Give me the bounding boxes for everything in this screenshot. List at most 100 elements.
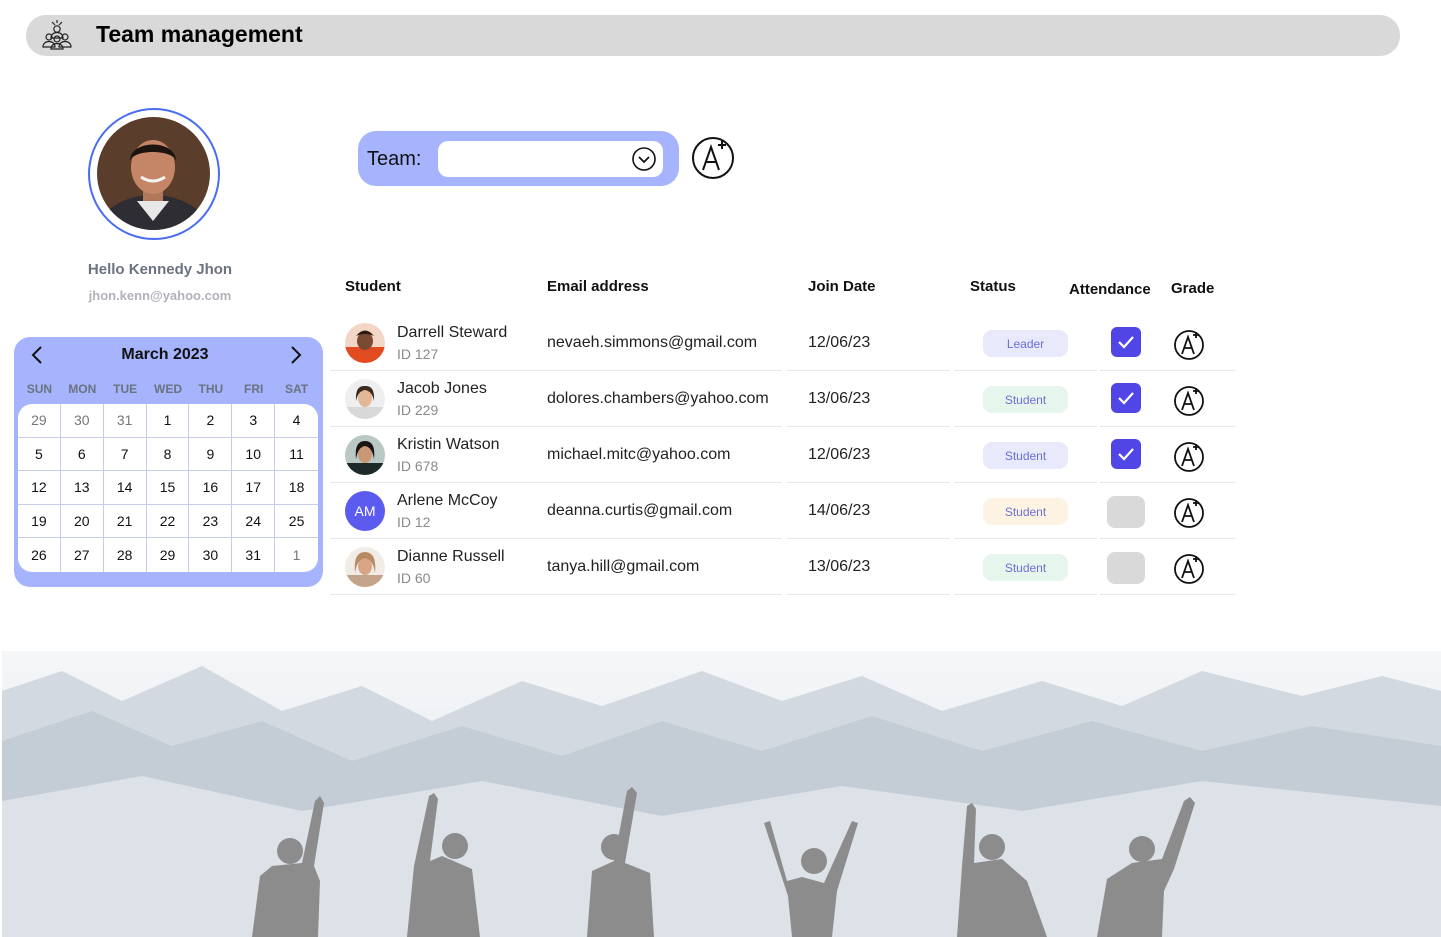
calendar-day[interactable]: 10 (232, 437, 276, 472)
column-header-status: Status (970, 278, 1016, 295)
student-avatar (345, 435, 385, 475)
attendance-checkbox[interactable] (1111, 439, 1141, 469)
student-email: nevaeh.simmons@gmail.com (547, 334, 758, 351)
status-badge: Student (983, 442, 1068, 469)
student-avatar (345, 323, 385, 363)
calendar-day[interactable]: 15 (146, 471, 190, 505)
calendar-day[interactable]: 30 (189, 538, 233, 572)
join-date: 12/06/23 (808, 334, 871, 351)
grade-icon[interactable] (1173, 327, 1206, 361)
user-avatar[interactable] (97, 117, 210, 230)
calendar-day[interactable]: 29 (147, 538, 190, 572)
calendar-day[interactable]: 8 (146, 437, 190, 472)
status-badge: Student (983, 554, 1068, 581)
student-id: ID 229 (397, 402, 439, 418)
calendar-day[interactable]: 11 (275, 438, 318, 472)
calendar-day[interactable]: 22 (146, 504, 190, 539)
row-divider (330, 594, 782, 595)
student-id: ID 678 (397, 458, 439, 474)
team-filter: Team: (358, 131, 679, 186)
calendar-day[interactable]: 26 (18, 538, 61, 572)
weekday-label: THU (198, 382, 224, 396)
status-badge: Student (983, 498, 1068, 525)
grade-icon[interactable] (1173, 383, 1206, 417)
table-row[interactable]: Kristin Watson ID 678 michael.mitc@yahoo.c… (330, 427, 1235, 483)
calendar-day[interactable]: 27 (61, 538, 104, 572)
student-id: ID 127 (397, 346, 439, 362)
student-name: Darrell Steward (397, 324, 508, 341)
weekday-label: TUE (113, 382, 138, 396)
column-header-grade: Grade (1171, 280, 1215, 297)
calendar-day[interactable]: 16 (189, 471, 233, 505)
attendance-checkbox[interactable] (1111, 327, 1141, 357)
grade-icon[interactable] (1173, 439, 1206, 473)
table-row[interactable]: Dianne Russell ID 60 tanya.hill@gmail.com 1… (330, 539, 1235, 595)
calendar-month-title: March 2023 (121, 346, 209, 363)
calendar-day[interactable]: 3 (232, 404, 276, 438)
calendar-day[interactable]: 19 (18, 504, 61, 539)
calendar-day[interactable]: 6 (60, 437, 104, 472)
calendar-day[interactable]: 29 (18, 404, 61, 438)
calendar-day[interactable]: 24 (232, 504, 276, 539)
calendar-day[interactable]: 14 (103, 471, 147, 505)
calendar-day[interactable]: 31 (232, 538, 276, 572)
student-name: Dianne Russell (397, 548, 505, 565)
calendar-day[interactable]: 9 (189, 437, 233, 472)
weekday-label: FRI (244, 382, 264, 396)
student-email: dolores.chambers@yahoo.com (547, 390, 769, 407)
calendar-day[interactable]: 20 (60, 504, 104, 539)
row-divider (787, 594, 950, 595)
calendar-day[interactable]: 28 (104, 538, 147, 572)
column-header-join-date: Join Date (808, 278, 876, 295)
calendar-day[interactable]: 5 (18, 437, 61, 472)
calendar-day[interactable]: 25 (275, 505, 318, 539)
weekday-label: SUN (26, 382, 53, 396)
check-icon (1118, 336, 1134, 349)
student-avatar (345, 547, 385, 587)
student-email: deanna.curtis@gmail.com (547, 502, 733, 519)
attendance-checkbox[interactable] (1111, 383, 1141, 413)
attendance-checkbox[interactable] (1107, 552, 1145, 584)
greeting-text: Hello Kennedy Jhon (87, 261, 233, 278)
calendar-day[interactable]: 18 (275, 471, 318, 505)
team-celebration-illustration (2, 651, 1441, 937)
calendar-day[interactable]: 30 (60, 404, 104, 438)
calendar-day[interactable]: 17 (232, 471, 276, 505)
student-id: ID 60 (397, 570, 431, 586)
calendar-day[interactable]: 23 (189, 504, 233, 539)
calendar-day[interactable]: 13 (60, 471, 104, 505)
calendar-day[interactable]: 1 (275, 538, 318, 572)
column-header-email: Email address (547, 278, 649, 295)
grade-icon[interactable] (1173, 495, 1206, 529)
student-name: Kristin Watson (397, 436, 500, 453)
weekday-label: MON (68, 382, 97, 396)
table-row[interactable]: Jacob Jones ID 229 dolores.chambers@yahoo.… (330, 371, 1235, 427)
student-id: ID 12 (397, 514, 431, 530)
grade-icon[interactable] (691, 134, 736, 181)
calendar-day[interactable]: 31 (103, 404, 147, 438)
column-header-student: Student (345, 278, 401, 295)
table-row[interactable]: Darrell Steward ID 127 nevaeh.simmons@gmai… (330, 315, 1235, 371)
check-icon (1118, 392, 1134, 405)
calendar-day[interactable]: 12 (18, 471, 61, 505)
chevron-right-icon[interactable] (287, 344, 305, 366)
calendar-day[interactable]: 4 (275, 404, 318, 438)
team-select[interactable] (438, 141, 663, 177)
grade-icon[interactable] (1173, 551, 1206, 585)
calendar-day[interactable]: 7 (103, 437, 147, 472)
chevron-down-icon (632, 147, 656, 171)
weekday-label: SAT (285, 382, 309, 396)
status-badge: Leader (983, 330, 1068, 357)
user-photo (97, 117, 210, 230)
calendar-day[interactable]: 21 (103, 504, 147, 539)
status-badge: Student (983, 386, 1068, 413)
calendar-day[interactable]: 1 (146, 404, 190, 438)
calendar-day[interactable]: 2 (189, 404, 233, 438)
attendance-checkbox[interactable] (1107, 496, 1145, 528)
join-date: 13/06/23 (808, 390, 871, 407)
join-date: 13/06/23 (808, 558, 871, 575)
weekday-label: WED (154, 382, 182, 396)
table-row[interactable]: AM Arlene McCoy ID 12 deanna.curtis@gmail.c… (330, 483, 1235, 539)
student-email: tanya.hill@gmail.com (547, 558, 700, 575)
student-avatar: AM (345, 491, 385, 531)
